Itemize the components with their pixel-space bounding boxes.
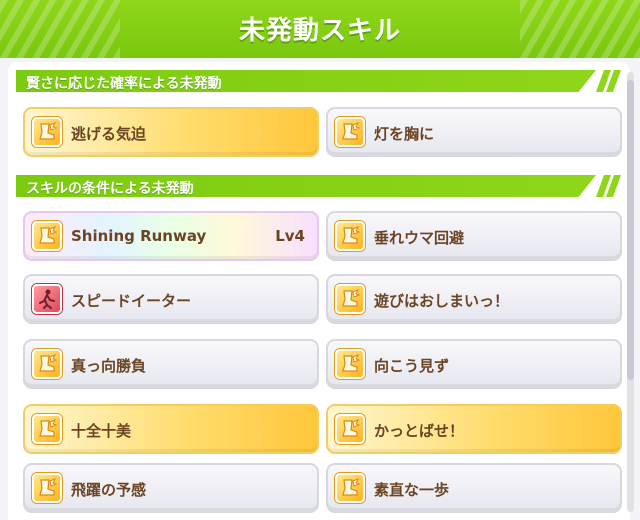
section-header-label: 賢さに応じた確率による未発動 [26,76,222,92]
skill-card-shining-runway[interactable]: Shining Runway Lv4 [23,211,319,261]
skill-name: 垂れウマ回避 [374,229,465,247]
section-header-conditions: スキルの条件による未発動 [16,175,622,199]
skill-name: スピードイーター [71,292,192,310]
skill-card-hiyaku-no-yokan[interactable]: 飛躍の予感 [23,463,319,513]
winged-boot-icon [335,221,365,251]
scrollbar[interactable] [627,72,634,512]
winged-boot-icon [335,349,365,379]
skill-card-sunao-na-ippo[interactable]: 素直な一歩 [326,463,622,513]
skill-card-kattobase[interactable]: かっとばせ！ [326,404,622,454]
title-bar: 未発動スキル [0,0,640,58]
skill-name: Shining Runway [71,227,207,245]
skill-name: 素直な一歩 [374,481,450,499]
skill-card-nigeru-kihaku[interactable]: 逃げる気迫 [23,107,319,157]
winged-boot-icon [32,349,62,379]
skill-name: 逃げる気迫 [71,125,147,143]
section-header-label: スキルの条件による未発動 [26,181,194,197]
winged-boot-icon [335,473,365,503]
winged-boot-icon [32,221,62,251]
skill-card-hi-wo-mune-ni[interactable]: 灯を胸に [326,107,622,157]
winged-boot-icon [32,414,62,444]
debuff-runner-icon [32,284,62,314]
scrollbar-thumb[interactable] [627,80,634,380]
winged-boot-icon [335,284,365,314]
skill-card-makkou-shoubu[interactable]: 真っ向勝負 [23,339,319,389]
skill-card-speed-eater[interactable]: スピードイーター [23,274,319,324]
winged-boot-icon [335,117,365,147]
winged-boot-icon [32,473,62,503]
winged-boot-icon [32,117,62,147]
skill-card-asobi-wa-oshimai[interactable]: 遊びはおしまいっ！ [326,274,622,324]
section-header-intelligence: 賢さに応じた確率による未発動 [16,70,622,94]
page-title: 未発動スキル [238,16,401,46]
skill-name: 灯を胸に [374,125,435,143]
skill-name: 向こう見ず [374,357,450,375]
skill-name: かっとばせ！ [374,422,465,440]
skill-card-tare-uma-kaihi[interactable]: 垂れウマ回避 [326,211,622,261]
skill-level: Lv4 [275,227,305,245]
skill-name: 飛躍の予感 [71,481,147,499]
skill-name: 遊びはおしまいっ！ [374,292,510,310]
skill-name: 十全十美 [71,422,132,440]
winged-boot-icon [335,414,365,444]
skill-name: 真っ向勝負 [71,357,147,375]
skill-card-juuzen-juubi[interactable]: 十全十美 [23,404,319,454]
skill-card-mukou-mizu[interactable]: 向こう見ず [326,339,622,389]
